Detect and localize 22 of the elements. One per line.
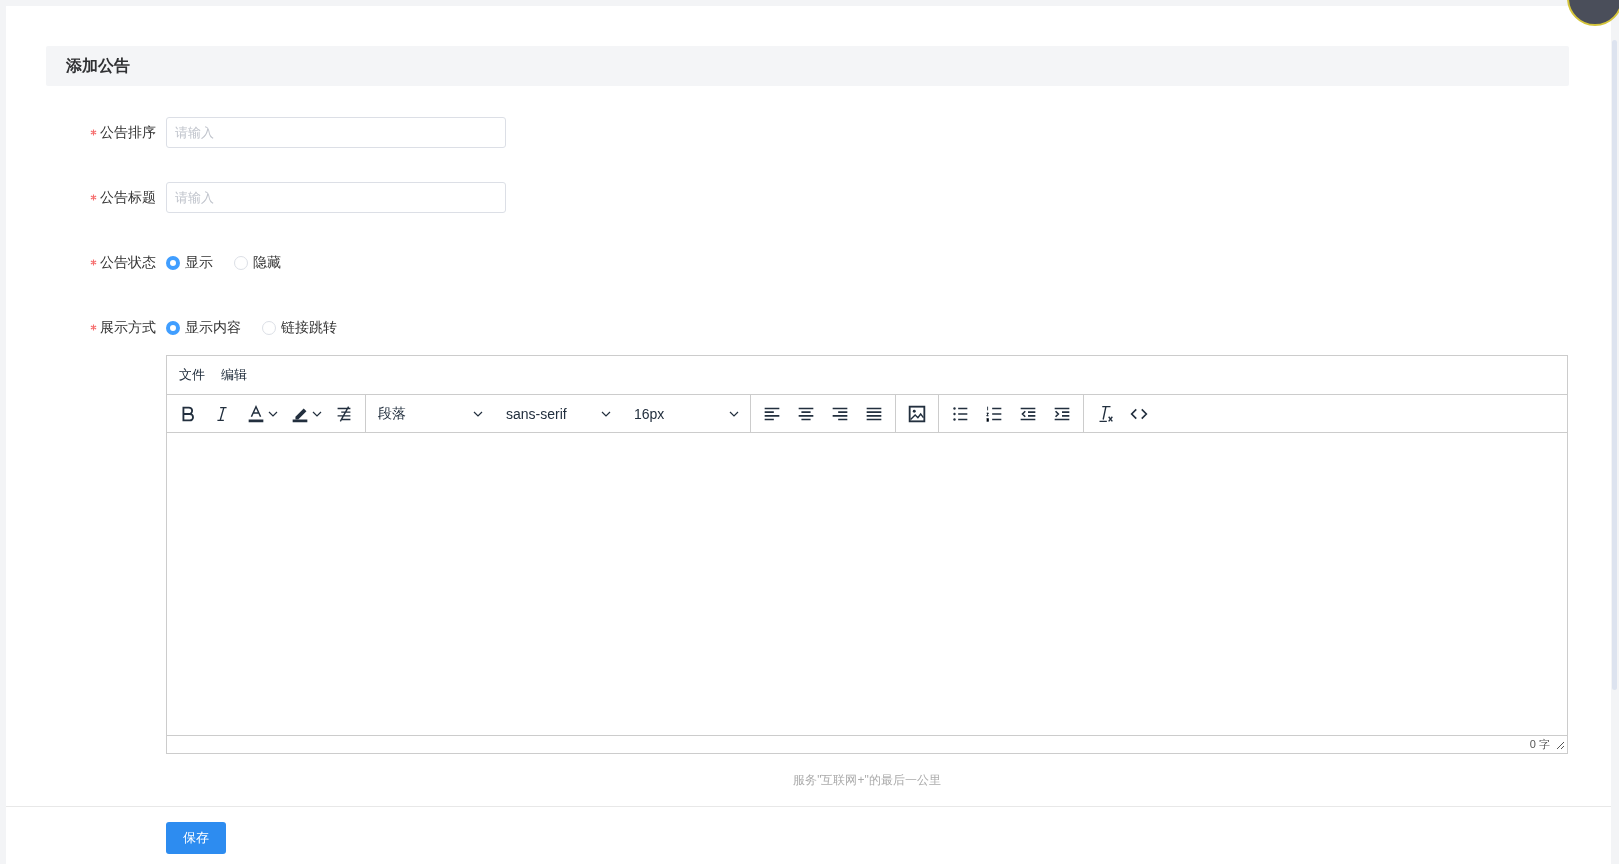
- input-field[interactable]: 请输入: [166, 182, 506, 213]
- radio-label[interactable]: 显示: [185, 253, 213, 272]
- radio-label[interactable]: 显示内容: [185, 318, 241, 337]
- resize-handle-icon[interactable]: [1556, 740, 1564, 749]
- dropdown-select[interactable]: 16px: [622, 395, 750, 432]
- field-label: 公告排序: [100, 123, 156, 142]
- field-label: 公告标题: [100, 188, 156, 207]
- radio-label[interactable]: 链接跳转: [281, 318, 337, 337]
- page-title: 添加公告: [66, 55, 130, 76]
- footer-slogan: 服务"互联网+"的最后一公里: [792, 772, 942, 789]
- radio-button[interactable]: [166, 255, 180, 270]
- field-label: 公告状态: [100, 253, 156, 272]
- menu-item[interactable]: 文件: [179, 366, 205, 384]
- input-field[interactable]: 请输入: [166, 117, 506, 148]
- word-count: 0 字: [1529, 737, 1550, 752]
- scrollbar[interactable]: [1612, 40, 1617, 690]
- radio-button[interactable]: [166, 320, 180, 335]
- dropdown-select[interactable]: 段落: [366, 395, 494, 432]
- dropdown-select[interactable]: sans-serif: [494, 395, 622, 432]
- menu-item[interactable]: 编辑: [221, 366, 247, 384]
- field-label: 展示方式: [100, 318, 156, 337]
- radio-label[interactable]: 隐藏: [253, 253, 281, 272]
